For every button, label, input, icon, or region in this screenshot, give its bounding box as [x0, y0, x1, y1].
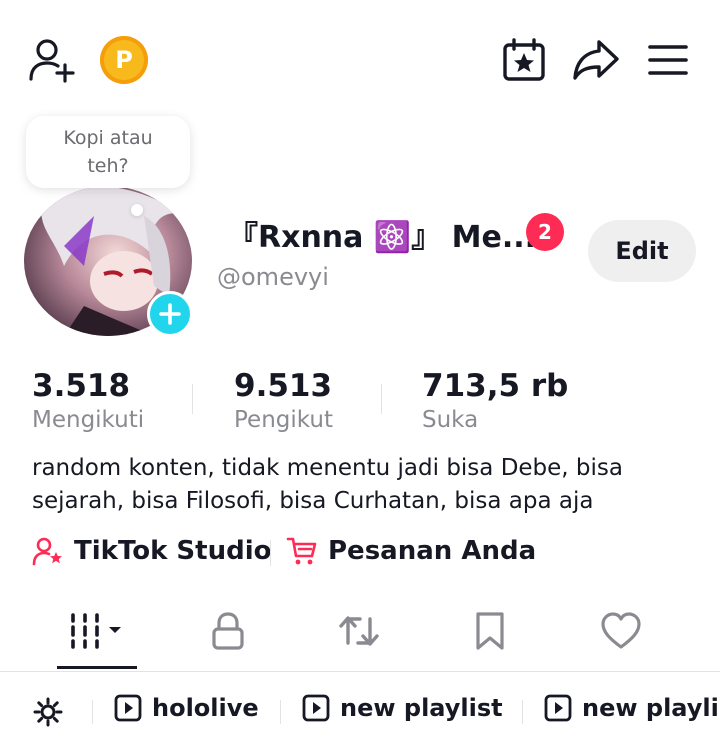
stat-divider [192, 384, 193, 414]
coin-button[interactable]: P [100, 36, 148, 84]
playlist-chip[interactable]: new playlis [544, 694, 720, 722]
playlist-divider [92, 700, 93, 724]
coin-label: P [115, 46, 133, 74]
share-arrow-icon [573, 40, 619, 80]
tabs-divider [0, 671, 720, 672]
person-plus-icon [29, 39, 75, 83]
repost-icon [339, 616, 379, 646]
add-friend-button[interactable] [26, 36, 78, 84]
plus-icon [159, 303, 181, 325]
tab-private[interactable] [188, 606, 268, 656]
display-name: 『Rxnna ⚛️』 Me... [228, 220, 537, 255]
note-bubble-tail [131, 204, 143, 216]
active-tab-indicator [57, 666, 137, 669]
following-count[interactable]: 3.518 [32, 368, 130, 404]
playlist-divider [522, 700, 523, 724]
likes-count: 713,5 rb [422, 368, 569, 404]
heart-icon [601, 612, 641, 649]
bookmark-icon [476, 612, 504, 650]
grid-icon [71, 613, 121, 649]
playlist-play-icon [302, 694, 330, 722]
playlist-play-icon [544, 694, 572, 722]
calendar-button[interactable] [500, 36, 548, 84]
followers-count[interactable]: 9.513 [234, 368, 332, 404]
add-story-button[interactable] [147, 291, 193, 337]
person-star-icon [32, 537, 62, 566]
orders-label: Pesanan Anda [328, 536, 537, 566]
tab-videos[interactable] [57, 606, 137, 656]
playlist-chip[interactable]: hololive [114, 694, 259, 722]
likes-label: Suka [422, 407, 479, 433]
link-divider [270, 540, 271, 566]
playlist-settings-button[interactable] [32, 696, 64, 732]
tab-liked[interactable] [581, 606, 661, 656]
menu-button[interactable] [646, 38, 690, 82]
playlist-label: new playlis [582, 694, 720, 722]
tiktok-studio-label: TikTok Studio [74, 536, 272, 566]
cart-icon [286, 537, 317, 565]
lock-icon [212, 612, 244, 650]
followers-label[interactable]: Pengikut [234, 407, 333, 433]
playlist-divider [280, 700, 281, 724]
playlist-play-icon [114, 694, 142, 722]
note-text: Kopi atau teh? [63, 127, 153, 177]
username: @omevyi [217, 263, 329, 291]
note-bubble[interactable]: Kopi atau teh? [26, 116, 190, 188]
playlist-label: hololive [152, 694, 259, 722]
tiktok-studio-link[interactable]: TikTok Studio [32, 536, 271, 566]
orders-link[interactable]: Pesanan Anda [286, 536, 536, 566]
tab-favorites[interactable] [450, 606, 530, 656]
playlist-chip[interactable]: new playlist [302, 694, 503, 722]
stat-divider [381, 384, 382, 414]
playlist-label: new playlist [340, 694, 503, 722]
calendar-star-icon [503, 38, 545, 81]
share-button[interactable] [570, 36, 622, 84]
gear-icon [33, 697, 63, 727]
bio: random konten, tidak menentu jadi bisa D… [32, 455, 623, 514]
notification-badge[interactable]: 2 [526, 213, 564, 251]
following-label[interactable]: Mengikuti [32, 407, 144, 433]
edit-profile-button[interactable]: Edit [588, 220, 696, 282]
tab-reposts[interactable] [319, 606, 399, 656]
hamburger-menu-icon [648, 45, 688, 75]
